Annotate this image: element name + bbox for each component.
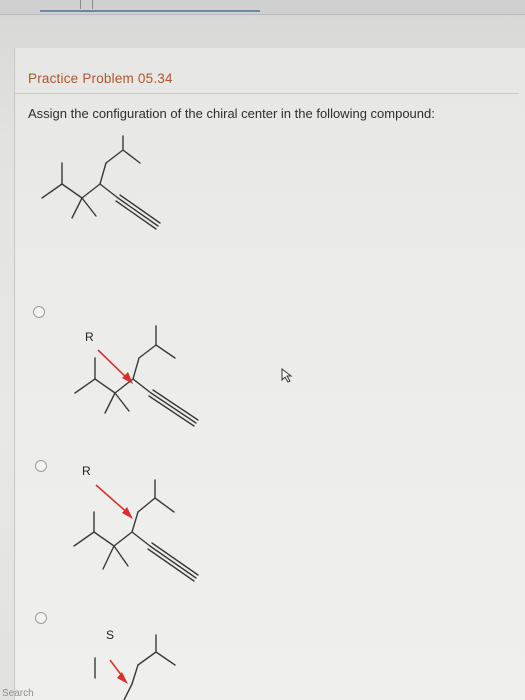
taskbar-search-label: Search — [2, 688, 34, 699]
bond — [155, 651, 176, 666]
option-3-molecule[interactable] — [0, 0, 525, 700]
screen: Practice Problem 05.34 Assign the config… — [0, 0, 525, 700]
bond — [137, 651, 157, 666]
bond — [131, 664, 139, 685]
mouse-cursor-icon — [281, 368, 293, 383]
taskbar-search[interactable]: Search — [0, 688, 60, 700]
priority-arrow-head — [117, 672, 128, 684]
bond — [123, 683, 133, 700]
